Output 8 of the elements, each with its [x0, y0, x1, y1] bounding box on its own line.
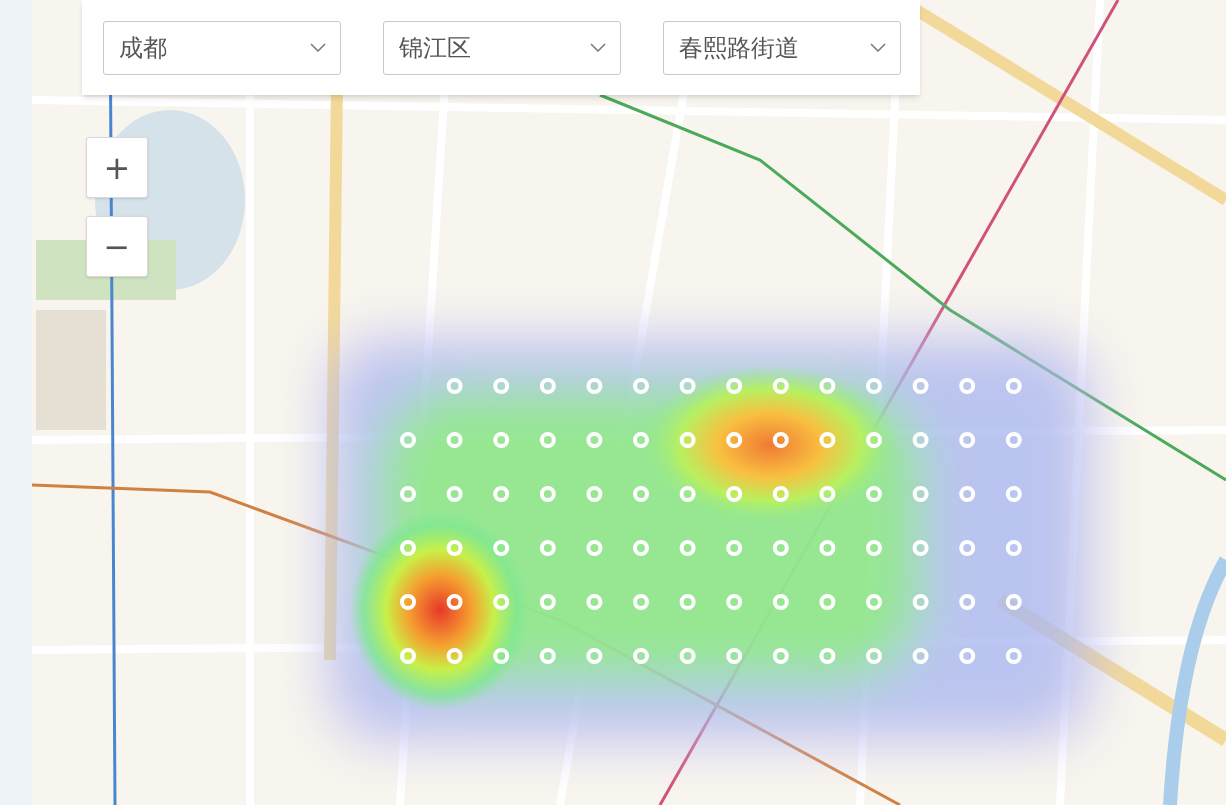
zoom-in-button[interactable]: +	[86, 137, 148, 198]
chevron-down-icon	[870, 43, 886, 52]
dropdown-select[interactable]: 成都	[103, 20, 341, 75]
chevron-down-icon	[310, 43, 326, 52]
dropdown-select[interactable]: 锦江区	[383, 20, 621, 75]
zoom-out-button[interactable]: −	[86, 216, 148, 277]
dropdown-select[interactable]: 春熙路街道	[663, 20, 901, 75]
chevron-down-icon	[590, 43, 606, 52]
